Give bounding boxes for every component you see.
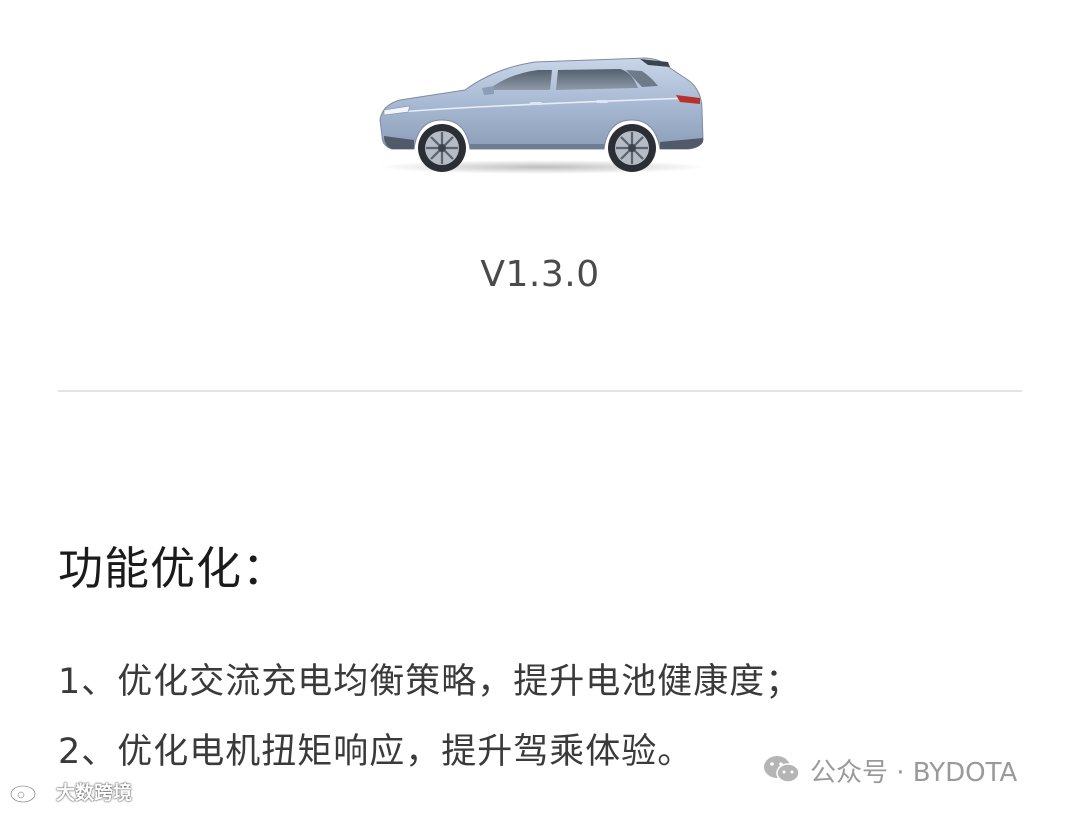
section-title: 功能优化： <box>58 542 289 595</box>
version-label: V1.3.0 <box>480 254 600 295</box>
car-image <box>370 50 715 180</box>
watermark-weibo: 大数跨境 <box>8 778 132 805</box>
weibo-icon <box>9 779 50 803</box>
wechat-icon <box>764 756 800 783</box>
list-item: 1、优化交流充电均衡策略，提升电池健康度； <box>58 662 802 702</box>
update-notes-page: V1.3.0 功能优化： 1、优化交流充电均衡策略，提升电池健康度； 2、优化电… <box>0 0 1080 813</box>
list-item: 2、优化电机扭矩响应，提升驾乘体验。 <box>58 732 694 772</box>
watermark-text: 公众号 · BYDOTA <box>810 757 1018 788</box>
divider <box>58 390 1022 392</box>
watermark-official-account: 公众号 · BYDOTA <box>762 752 1017 788</box>
watermark-text: 大数跨境 <box>56 782 133 804</box>
